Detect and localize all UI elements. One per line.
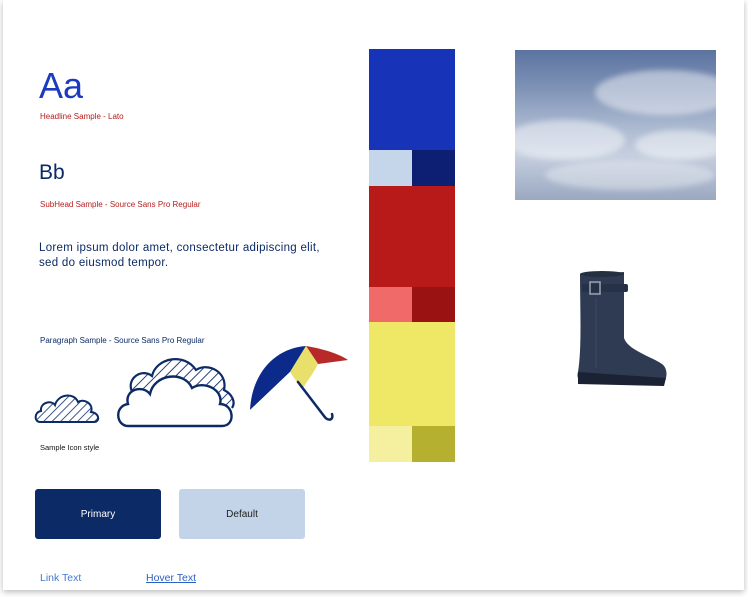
swatch-yellow	[369, 322, 455, 426]
primary-button[interactable]: Primary	[35, 489, 161, 539]
default-button[interactable]: Default	[179, 489, 305, 539]
swatch-red-light	[369, 287, 412, 322]
paragraph-caption: Paragraph Sample - Source Sans Pro Regul…	[40, 336, 205, 345]
headline-sample: Aa	[39, 65, 84, 106]
sky-photo	[515, 50, 716, 200]
cloud-large-icon	[117, 358, 235, 428]
paragraph-sample: Lorem ipsum dolor amet, consectetur adip…	[39, 242, 320, 269]
swatch-yellow-dark	[412, 426, 455, 462]
hover-link-text[interactable]: Hover Text	[146, 572, 196, 584]
umbrella-icon	[250, 346, 348, 421]
swatch-blue	[369, 49, 455, 150]
swatch-blue-dark	[412, 150, 455, 186]
subhead-sample: Bb	[39, 161, 65, 184]
link-text[interactable]: Link Text	[40, 572, 81, 584]
rain-boot-photo	[577, 271, 667, 386]
cloud-small-icon	[34, 394, 100, 423]
swatch-yellow-light	[369, 426, 412, 462]
swatch-red-dark	[412, 287, 455, 322]
subhead-caption: SubHead Sample - Source Sans Pro Regular	[40, 200, 201, 209]
swatch-blue-light	[369, 150, 412, 186]
headline-caption: Headline Sample - Lato	[40, 112, 124, 121]
icon-caption: Sample Icon style	[40, 443, 100, 452]
swatch-red	[369, 186, 455, 287]
